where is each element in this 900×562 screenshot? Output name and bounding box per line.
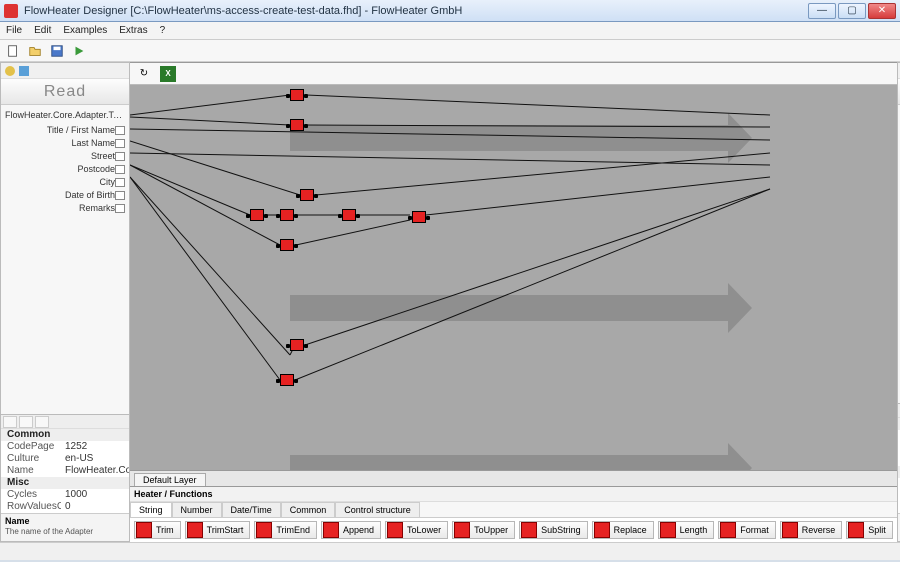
new-button[interactable] <box>4 42 22 60</box>
heater-node[interactable] <box>300 189 314 201</box>
func-trim[interactable]: Trim <box>134 521 181 539</box>
layer-tab[interactable]: Default Layer <box>134 473 206 486</box>
heater-node[interactable] <box>290 119 304 131</box>
functions-pane: Heater / Functions String Number Date/Ti… <box>130 486 897 542</box>
read-field[interactable]: Last Name <box>3 136 127 149</box>
heater-node[interactable] <box>290 339 304 351</box>
heater-node[interactable] <box>342 209 356 221</box>
func-replace[interactable]: Replace <box>592 521 654 539</box>
func-tab[interactable]: Control structure <box>335 502 420 517</box>
function-category-tabs: String Number Date/Time Common Control s… <box>130 502 897 518</box>
run-button[interactable] <box>70 42 88 60</box>
heater-node[interactable] <box>280 209 294 221</box>
app-icon <box>4 4 18 18</box>
heater-node[interactable] <box>290 89 304 101</box>
close-button[interactable]: ✕ <box>868 3 896 19</box>
status-bar <box>0 542 900 560</box>
designer-center: ↻ X <box>130 62 897 542</box>
layer-tabs[interactable]: Default Layer <box>130 470 897 486</box>
read-field[interactable]: Postcode <box>3 162 127 175</box>
maximize-button[interactable]: ▢ <box>838 3 866 19</box>
read-field[interactable]: Date of Birth <box>3 188 127 201</box>
func-length[interactable]: Length <box>658 521 715 539</box>
read-property-grid[interactable]: Common CodePage1252 Cultureen-US NameFlo… <box>1 414 129 513</box>
read-field[interactable]: Remarks <box>3 201 127 214</box>
func-trimstart[interactable]: TrimStart <box>185 521 251 539</box>
func-append[interactable]: Append <box>321 521 381 539</box>
functions-header: Heater / Functions <box>130 487 897 502</box>
excel-icon[interactable]: X <box>160 66 176 82</box>
read-field[interactable]: City <box>3 175 127 188</box>
menu-examples[interactable]: Examples <box>63 25 107 36</box>
read-panel-toolbar <box>1 63 129 79</box>
menu-edit[interactable]: Edit <box>34 25 51 36</box>
minimize-button[interactable]: — <box>808 3 836 19</box>
heater-node[interactable] <box>280 374 294 386</box>
func-toupper[interactable]: ToUpper <box>452 521 515 539</box>
menu-help[interactable]: ? <box>160 25 166 36</box>
save-button[interactable] <box>48 42 66 60</box>
window-title: FlowHeater Designer [C:\FlowHeater\ms-ac… <box>24 5 808 17</box>
menu-file[interactable]: File <box>6 25 22 36</box>
refresh-icon[interactable]: ↻ <box>136 66 152 82</box>
design-canvas[interactable] <box>130 85 897 470</box>
title-bar: FlowHeater Designer [C:\FlowHeater\ms-ac… <box>0 0 900 22</box>
function-buttons: Trim TrimStart TrimEnd Append ToLower To… <box>130 518 897 542</box>
func-tolower[interactable]: ToLower <box>385 521 448 539</box>
canvas-toolbar: ↻ X <box>130 63 897 85</box>
read-field[interactable]: Street <box>3 149 127 162</box>
menu-bar: File Edit Examples Extras ? <box>0 22 900 40</box>
func-split[interactable]: Split <box>846 521 893 539</box>
read-panel: Read FlowHeater.Core.Adapter.TestDataAda… <box>0 62 130 542</box>
heater-node[interactable] <box>280 239 294 251</box>
func-format[interactable]: Format <box>718 521 776 539</box>
main-toolbar <box>0 40 900 62</box>
read-field[interactable]: Title / First Name <box>3 123 127 136</box>
func-tab[interactable]: Common <box>281 502 336 517</box>
heater-node[interactable] <box>250 209 264 221</box>
read-panel-title: Read <box>1 79 129 105</box>
open-button[interactable] <box>26 42 44 60</box>
func-tab[interactable]: Number <box>172 502 222 517</box>
func-tab[interactable]: String <box>130 502 172 517</box>
func-reverse[interactable]: Reverse <box>780 521 843 539</box>
read-prop-description: NameThe name of the Adapter <box>1 513 129 541</box>
heater-node[interactable] <box>412 211 426 223</box>
func-tab[interactable]: Date/Time <box>222 502 281 517</box>
func-trimend[interactable]: TrimEnd <box>254 521 317 539</box>
func-substring[interactable]: SubString <box>519 521 588 539</box>
menu-extras[interactable]: Extras <box>119 25 147 36</box>
read-adapter-name: FlowHeater.Core.Adapter.TestDataAdapter <box>3 109 127 123</box>
